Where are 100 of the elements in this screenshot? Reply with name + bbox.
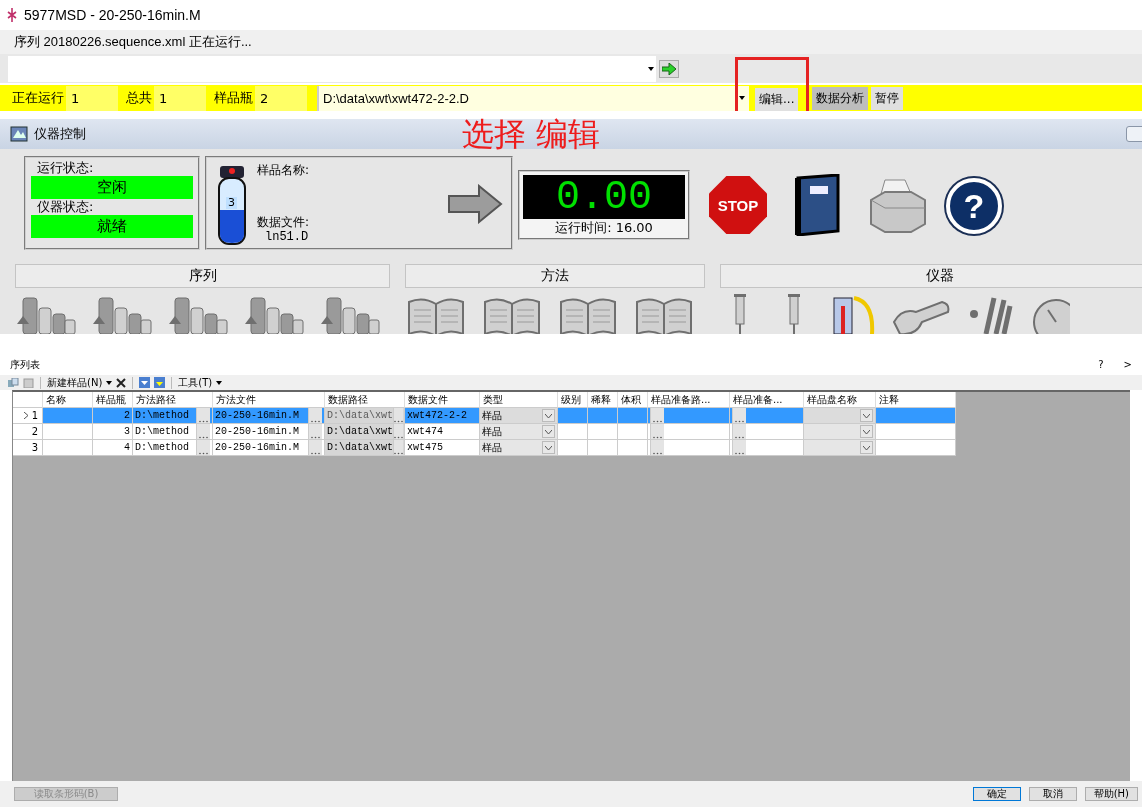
counter-value: 1 <box>66 85 118 111</box>
table-cell <box>558 424 588 440</box>
dropdown-button[interactable] <box>860 409 873 422</box>
ellipsis-icon <box>199 452 208 455</box>
table-cell: 样品 <box>480 440 558 456</box>
ellipsis-icon <box>311 420 320 423</box>
help-button[interactable]: ? <box>946 178 1002 234</box>
arrow-right-icon <box>662 62 676 75</box>
toolbar-button[interactable]: 编辑... <box>755 88 799 112</box>
dropdown-button[interactable] <box>542 409 555 422</box>
row-number: 1 <box>31 410 38 421</box>
chevron-down-icon <box>863 445 870 450</box>
table-cell: 样品 <box>480 408 558 424</box>
table-cell <box>558 440 588 456</box>
dialog-button[interactable]: 取消 <box>1028 787 1077 801</box>
section-header: 序列 <box>15 264 390 288</box>
table-cell <box>558 408 588 424</box>
state-value: 就绪 <box>31 215 193 238</box>
ellipsis-icon <box>653 436 662 439</box>
table-cell: 20-250-16min.M <box>213 424 325 440</box>
ellipsis-icon <box>311 452 320 455</box>
table-cell: xwt475 <box>405 440 480 456</box>
browse-button[interactable] <box>732 424 746 439</box>
chevron-down-icon <box>863 413 870 418</box>
vials-icon[interactable] <box>91 294 153 334</box>
chevron-down-icon <box>545 445 552 450</box>
dropdown-button[interactable] <box>860 441 873 454</box>
browse-button[interactable] <box>650 408 664 423</box>
vial-icon <box>217 166 247 246</box>
minimize-button[interactable] <box>1126 126 1142 143</box>
vials-icon[interactable] <box>15 294 77 334</box>
paste-icon[interactable] <box>23 377 34 388</box>
annotation-text: 选择 编辑 <box>462 117 601 152</box>
data-file-name: ln51.D <box>264 230 310 244</box>
move-down-icon[interactable] <box>154 377 166 388</box>
table-cell: D:\method <box>133 440 213 456</box>
copy-icon[interactable] <box>8 377 19 388</box>
row-number: 2 <box>31 426 38 437</box>
vials-icon[interactable] <box>243 294 305 334</box>
toolbar-button[interactable]: 数据分析 <box>812 86 869 110</box>
ellipsis-icon <box>735 436 744 439</box>
dropdown-button[interactable] <box>542 441 555 454</box>
table-cell: D:\data\xwt <box>325 408 405 424</box>
ellipsis-icon <box>311 436 320 439</box>
panel-title: 仪器控制 <box>34 125 86 144</box>
browse-button[interactable] <box>732 408 746 423</box>
dialog-button[interactable]: 确定 <box>972 787 1021 801</box>
printer-icon[interactable] <box>867 178 927 234</box>
dialog-button[interactable]: 帮助(H) <box>1084 787 1138 801</box>
table-cell: 20-250-16min.M <box>213 440 325 456</box>
go-button[interactable] <box>659 59 679 78</box>
row-header[interactable]: 2 <box>13 424 43 440</box>
dropdown-caret-icon[interactable] <box>106 380 113 385</box>
dropdown-button[interactable] <box>860 425 873 438</box>
help-link[interactable]: ? <box>1098 359 1104 370</box>
vials-icon[interactable] <box>319 294 381 334</box>
tools-menu[interactable]: 工具(T) <box>178 375 213 390</box>
table-cell: D:\data\xwt <box>325 440 405 456</box>
browse-button[interactable] <box>393 424 403 439</box>
stop-button[interactable]: STOP <box>709 176 767 234</box>
move-down-icon[interactable] <box>139 377 151 388</box>
counter-label: 样品瓶 <box>213 89 254 108</box>
browse-button[interactable] <box>196 424 210 439</box>
collapse-toggle[interactable]: > <box>1123 359 1132 370</box>
row-header[interactable]: 3 <box>13 440 43 456</box>
browse-button[interactable] <box>196 408 210 423</box>
sequence-status: 序列 20180226.sequence.xml 正在运行... <box>14 32 252 51</box>
browse-button[interactable] <box>393 440 403 455</box>
toolbar-button[interactable]: 暂停 <box>871 86 904 110</box>
instrument-icon <box>10 126 28 143</box>
browse-button[interactable] <box>308 424 322 439</box>
table-cell: 3 <box>93 424 133 440</box>
table-cell: xwt474 <box>405 424 480 440</box>
browse-button[interactable] <box>308 440 322 455</box>
data-file-label: 数据文件: <box>257 214 310 230</box>
window-title: 序列表 <box>10 357 40 372</box>
ellipsis-icon <box>199 420 208 423</box>
command-field[interactable] <box>8 55 656 82</box>
browse-button[interactable] <box>393 408 403 423</box>
vials-icon[interactable] <box>167 294 229 334</box>
dropdown-caret-icon[interactable] <box>648 66 654 71</box>
table-cell: D:\data\xwt <box>325 424 405 440</box>
browse-button[interactable] <box>308 408 322 423</box>
row-header[interactable]: 1 <box>13 408 43 424</box>
delete-icon[interactable] <box>116 377 127 388</box>
browse-button[interactable] <box>732 440 746 455</box>
data-path-field[interactable]: D:\data\xwt\xwt472-2-2.D <box>317 85 749 111</box>
dropdown-caret-icon[interactable] <box>216 380 223 385</box>
sample-name-label: 样品名称: <box>257 162 310 178</box>
dropdown-button[interactable] <box>542 425 555 438</box>
browse-button[interactable] <box>196 440 210 455</box>
table-cell: xwt472-2-2 <box>405 408 480 424</box>
ellipsis-icon <box>735 452 744 455</box>
ellipsis-icon <box>653 452 662 455</box>
chevron-down-icon <box>545 413 552 418</box>
new-sample-button[interactable]: 新建样品(N) <box>47 375 103 390</box>
browse-button[interactable] <box>650 424 664 439</box>
state-label: 运行状态: <box>36 160 95 176</box>
dropdown-caret-icon[interactable] <box>739 96 745 101</box>
browse-button[interactable] <box>650 440 664 455</box>
